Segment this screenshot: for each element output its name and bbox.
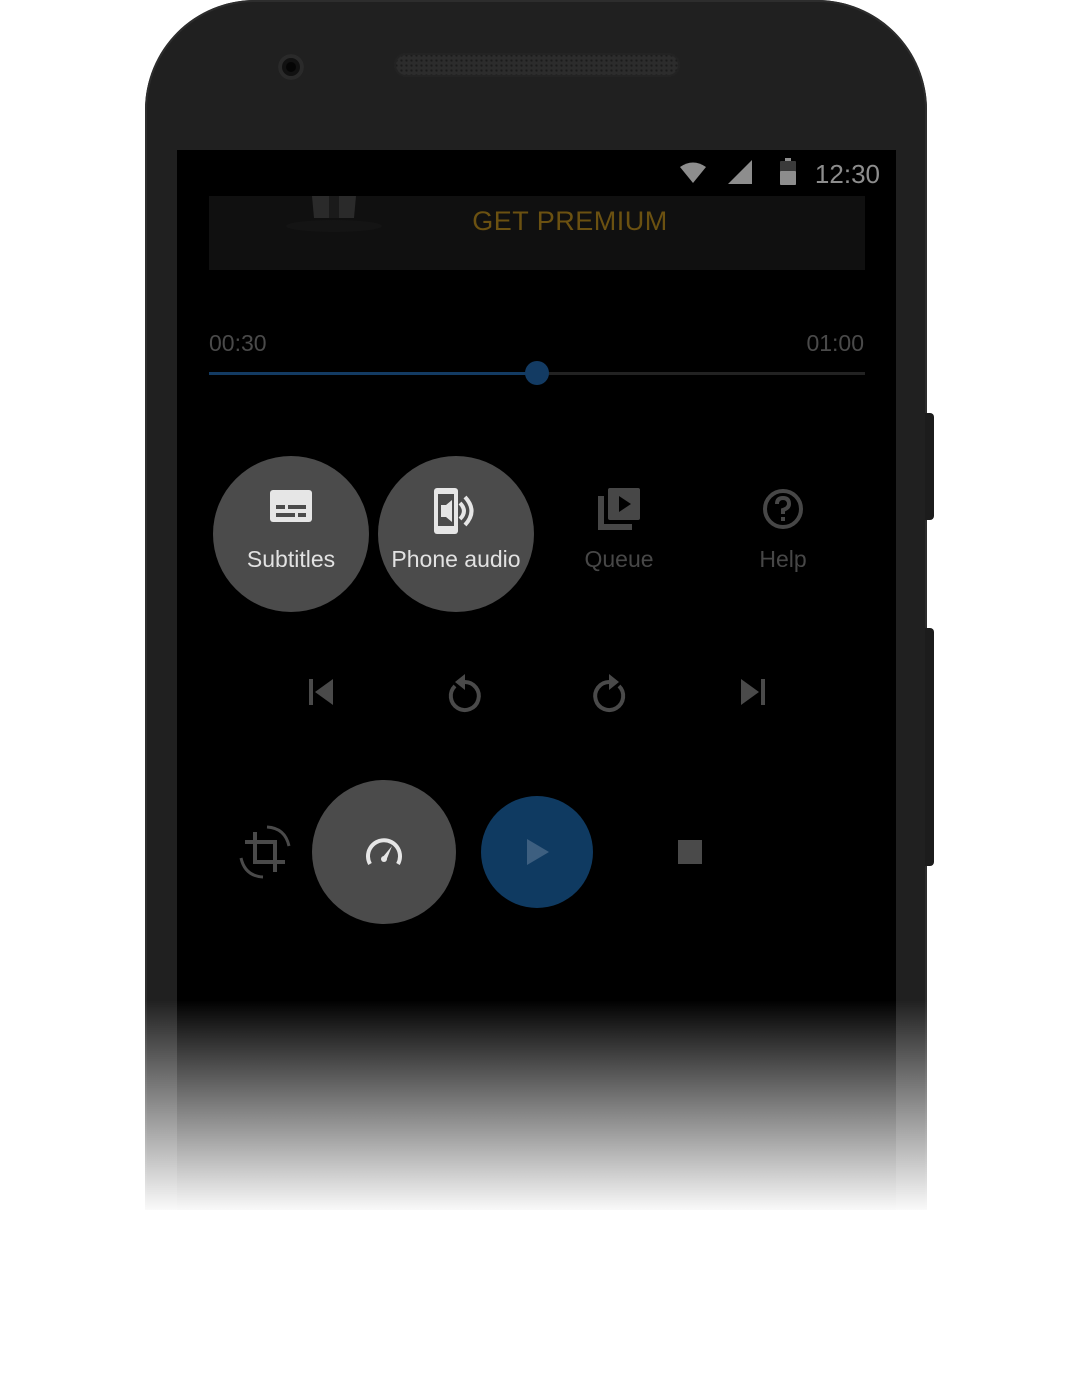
playback-speed-button[interactable] [312, 780, 456, 924]
phone-audio-button[interactable]: Phone audio [378, 456, 534, 612]
get-premium-label: GET PREMIUM [472, 206, 668, 236]
premium-banner[interactable]: GET PREMIUM [209, 196, 865, 270]
status-time: 12:30 [814, 159, 880, 189]
subtitles-icon [270, 490, 312, 522]
stop-button[interactable] [678, 840, 702, 864]
elapsed-time: 00:30 [209, 330, 267, 356]
stop-icon [678, 840, 702, 864]
crop-rotate-button[interactable] [237, 824, 293, 880]
status-bar: 12:30 [177, 150, 896, 196]
bottom-background [0, 1210, 1080, 1380]
queue-label: Queue [584, 546, 654, 572]
play-button[interactable] [481, 796, 593, 908]
phone-audio-icon [434, 488, 474, 534]
seek-bar-thumb[interactable] [525, 361, 549, 385]
help-button[interactable]: Help [705, 456, 861, 612]
forward-button[interactable] [579, 662, 639, 722]
front-camera [278, 54, 304, 80]
rewind-icon [448, 674, 481, 712]
power-button [925, 413, 934, 520]
skip-previous-button[interactable] [291, 662, 351, 722]
queue-icon [598, 488, 640, 530]
skip-previous-icon [309, 679, 333, 705]
signal-icon [728, 160, 752, 184]
play-icon [527, 839, 549, 865]
subtitles-label: Subtitles [246, 546, 336, 572]
seek-bar[interactable] [209, 361, 865, 385]
wifi-icon [680, 162, 706, 183]
earpiece-speaker [394, 53, 680, 77]
volume-button [925, 628, 934, 866]
speed-icon [366, 838, 402, 865]
help-label: Help [759, 546, 807, 572]
subtitles-button[interactable]: Subtitles [213, 456, 369, 612]
skip-next-icon [741, 679, 765, 705]
bottom-fade [0, 1000, 1080, 1215]
total-duration: 01:00 [806, 330, 864, 356]
phone-audio-label: Phone audio [391, 546, 521, 572]
help-icon [763, 489, 803, 529]
battery-icon [780, 158, 796, 185]
rewind-button[interactable] [435, 662, 495, 722]
queue-button[interactable]: Queue [541, 456, 697, 612]
seek-bar-progress [209, 372, 537, 375]
crop-rotate-icon [239, 825, 291, 879]
forward-icon [593, 674, 626, 712]
skip-next-button[interactable] [723, 662, 783, 722]
